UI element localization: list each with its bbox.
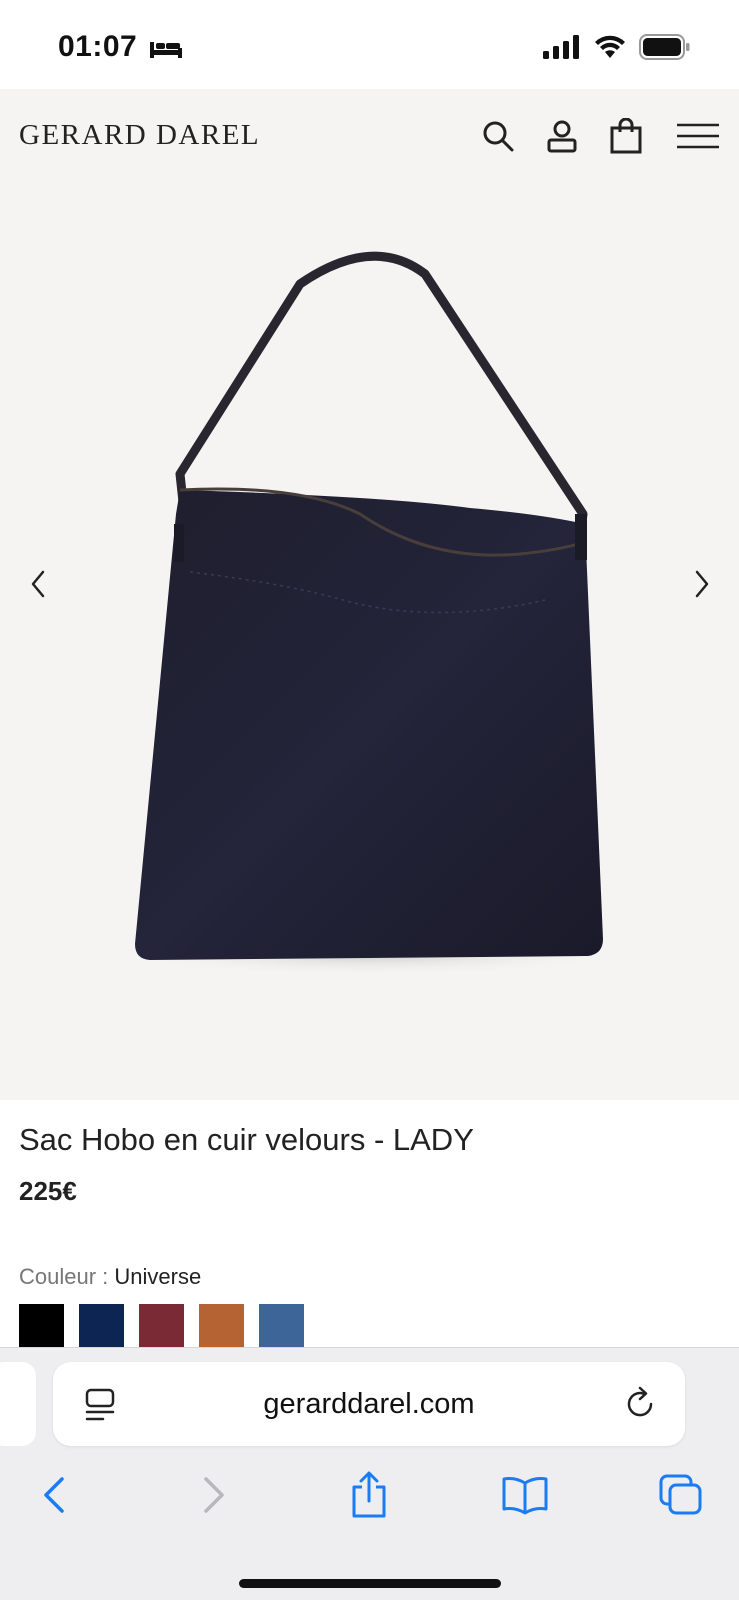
status-bar: 01:07	[0, 0, 739, 89]
product-title: Sac Hobo en cuir velours - LADY	[19, 1122, 474, 1157]
color-swatches	[19, 1304, 304, 1347]
color-label: Couleur :	[19, 1264, 109, 1289]
brand-logo[interactable]: GERARD DAREL	[19, 119, 260, 152]
product-info: Sac Hobo en cuir velours - LADY 225€ Cou…	[0, 1100, 739, 1347]
color-swatch-cognac[interactable]	[199, 1304, 244, 1347]
color-value: Universe	[114, 1264, 202, 1289]
site-header: GERARD DAREL	[0, 89, 739, 184]
status-time: 01:07	[58, 30, 138, 63]
color-swatch-navy[interactable]	[79, 1304, 124, 1347]
product-price: 225€	[19, 1176, 77, 1206]
previous-tab-preview[interactable]	[0, 1362, 36, 1446]
color-selector-label: Couleur : Universe	[19, 1264, 201, 1290]
share-icon[interactable]	[344, 1470, 394, 1520]
chevron-left-icon[interactable]	[18, 564, 58, 604]
url-text: gerarddarel.com	[263, 1388, 475, 1420]
menu-icon[interactable]	[674, 116, 722, 156]
color-swatch-burgundy[interactable]	[139, 1304, 184, 1347]
search-icon[interactable]	[478, 116, 518, 156]
tabs-icon[interactable]	[656, 1470, 706, 1520]
bed-icon	[150, 42, 182, 58]
back-icon[interactable]	[30, 1470, 80, 1520]
product-gallery[interactable]	[0, 184, 739, 1100]
bookmarks-icon[interactable]	[500, 1470, 550, 1520]
reload-icon[interactable]	[625, 1386, 657, 1420]
cellular-signal-icon	[543, 35, 579, 59]
color-swatch-blue[interactable]	[259, 1304, 304, 1347]
status-icons	[543, 34, 691, 60]
battery-icon	[639, 34, 690, 60]
account-icon[interactable]	[542, 116, 582, 156]
color-swatch-black[interactable]	[19, 1304, 64, 1347]
wifi-icon	[595, 35, 625, 58]
browser-toolbar: gerarddarel.com	[0, 1347, 739, 1600]
product-image	[110, 251, 630, 976]
forward-icon[interactable]	[188, 1470, 238, 1520]
shopping-bag-icon[interactable]	[606, 116, 646, 156]
home-indicator[interactable]	[239, 1579, 501, 1588]
chevron-right-icon[interactable]	[682, 564, 722, 604]
address-bar[interactable]: gerarddarel.com	[53, 1362, 685, 1446]
